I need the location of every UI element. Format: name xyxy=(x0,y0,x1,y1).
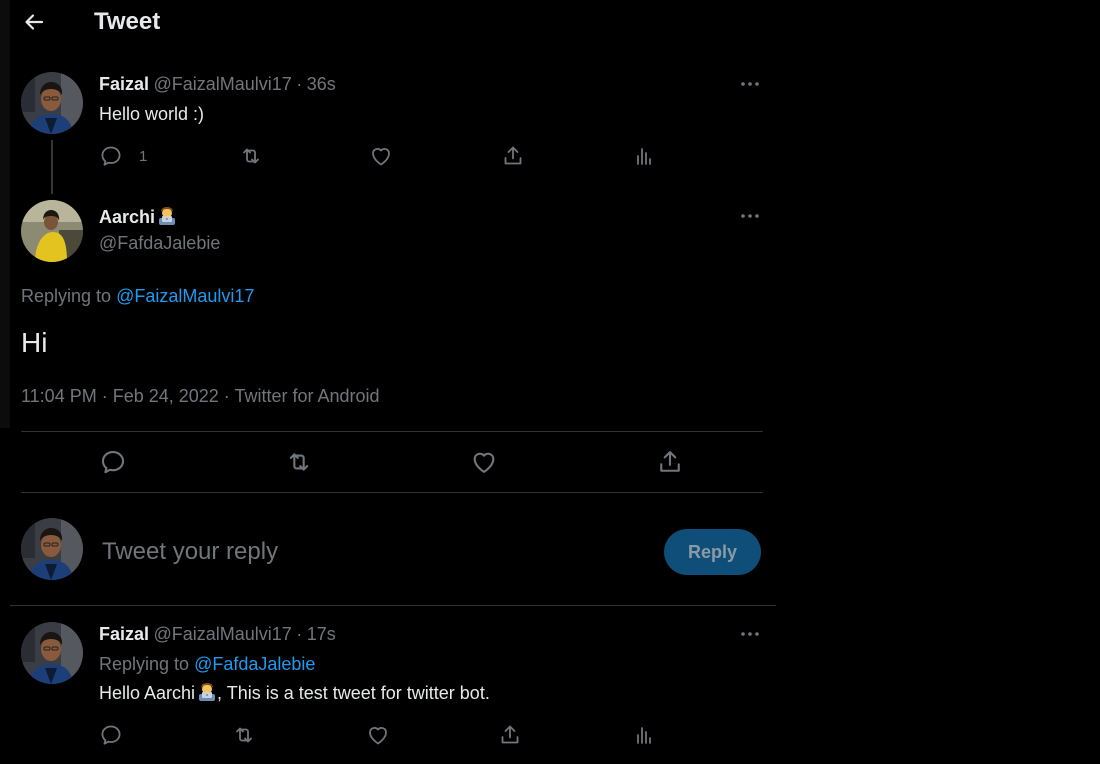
heart-icon xyxy=(369,144,393,168)
more-button[interactable] xyxy=(738,72,762,96)
author-name[interactable]: Faizal xyxy=(99,624,149,644)
retweet-icon xyxy=(285,448,313,476)
retweet-action[interactable] xyxy=(232,723,256,747)
share-icon xyxy=(498,723,522,747)
speech-bubble-icon xyxy=(99,448,127,476)
more-button[interactable] xyxy=(738,622,762,646)
like-action[interactable] xyxy=(470,448,498,476)
author-handle[interactable]: @FaizalMaulvi17 xyxy=(153,74,291,94)
replying-prefix: Replying to xyxy=(21,286,112,306)
tweet-header: Faizal @FaizalMaulvi17 · 36s xyxy=(99,74,336,95)
divider xyxy=(21,431,763,432)
share-icon xyxy=(656,448,684,476)
retweet-icon xyxy=(239,144,263,168)
composer-avatar[interactable] xyxy=(21,518,83,580)
tweet-text: Hello Aarchi , This is a test tweet for t… xyxy=(99,682,490,704)
tweet-text: Hi xyxy=(21,327,48,358)
reply-action[interactable] xyxy=(99,723,123,747)
replying-to: Replying to @FaizalMaulvi17 xyxy=(21,286,254,307)
share-icon xyxy=(501,144,525,168)
like-action[interactable] xyxy=(369,144,393,168)
more-button[interactable] xyxy=(738,204,762,228)
replying-handle-link[interactable]: @FaizalMaulvi17 xyxy=(116,286,254,306)
reply-input[interactable] xyxy=(102,532,622,572)
analytics-action[interactable] xyxy=(632,144,656,168)
share-action[interactable] xyxy=(656,448,684,476)
author-name[interactable]: Faizal xyxy=(99,74,149,94)
separator: · xyxy=(296,74,303,94)
action-bar: 1 xyxy=(99,144,679,168)
author-name-text: Aarchi xyxy=(99,207,156,227)
woman-technologist-emoji xyxy=(157,206,177,226)
reply-button[interactable]: Reply xyxy=(664,529,761,575)
avatar[interactable] xyxy=(21,200,83,262)
bar-chart-icon xyxy=(632,723,656,747)
speech-bubble-icon xyxy=(99,144,123,168)
avatar[interactable] xyxy=(21,72,83,134)
retweet-icon xyxy=(232,723,256,747)
replying-handle-link[interactable]: @FafdaJalebie xyxy=(194,654,315,674)
reply-action[interactable] xyxy=(99,448,127,476)
reply-action[interactable]: 1 xyxy=(99,144,147,168)
page-title: Tweet xyxy=(94,8,161,35)
share-action[interactable] xyxy=(498,723,522,747)
separator: · xyxy=(296,624,303,644)
avatar[interactable] xyxy=(21,622,83,684)
retweet-action[interactable] xyxy=(285,448,313,476)
divider xyxy=(21,492,763,493)
woman-technologist-emoji xyxy=(197,682,217,702)
arrow-left-icon xyxy=(25,14,44,30)
more-horizontal-icon xyxy=(738,622,762,646)
share-action[interactable] xyxy=(501,144,525,168)
heart-icon xyxy=(366,723,390,747)
tweet-text-end: , This is a test tweet for twitter bot. xyxy=(217,683,490,703)
analytics-action[interactable] xyxy=(632,723,656,747)
retweet-action[interactable] xyxy=(239,144,263,168)
like-action[interactable] xyxy=(366,723,390,747)
divider xyxy=(10,605,776,606)
author-handle[interactable]: @FafdaJalebie xyxy=(99,233,220,254)
bar-chart-icon xyxy=(632,144,656,168)
main-action-bar xyxy=(99,448,699,476)
heart-icon xyxy=(470,448,498,476)
replying-prefix: Replying to xyxy=(99,654,190,674)
thread-line xyxy=(51,140,53,194)
speech-bubble-icon xyxy=(99,723,123,747)
left-edge-line xyxy=(0,0,10,428)
tweet-time[interactable]: 36s xyxy=(307,74,336,94)
tweet-meta[interactable]: 11:04 PM · Feb 24, 2022 · Twitter for An… xyxy=(21,386,380,407)
author-handle[interactable]: @FaizalMaulvi17 xyxy=(153,624,291,644)
tweet-time[interactable]: 17s xyxy=(307,624,336,644)
tweet-text-start: Hello Aarchi xyxy=(99,683,196,703)
back-button[interactable] xyxy=(22,10,46,34)
tweet-text: Hello world :) xyxy=(99,104,205,124)
author-name[interactable]: Aarchi xyxy=(99,206,177,228)
replying-to: Replying to @FafdaJalebie xyxy=(99,654,315,675)
more-horizontal-icon xyxy=(738,72,762,96)
more-horizontal-icon xyxy=(738,204,762,228)
reply-count: 1 xyxy=(139,147,148,165)
tweet-header: Faizal @FaizalMaulvi17 · 17s xyxy=(99,624,336,645)
action-bar xyxy=(99,723,679,747)
